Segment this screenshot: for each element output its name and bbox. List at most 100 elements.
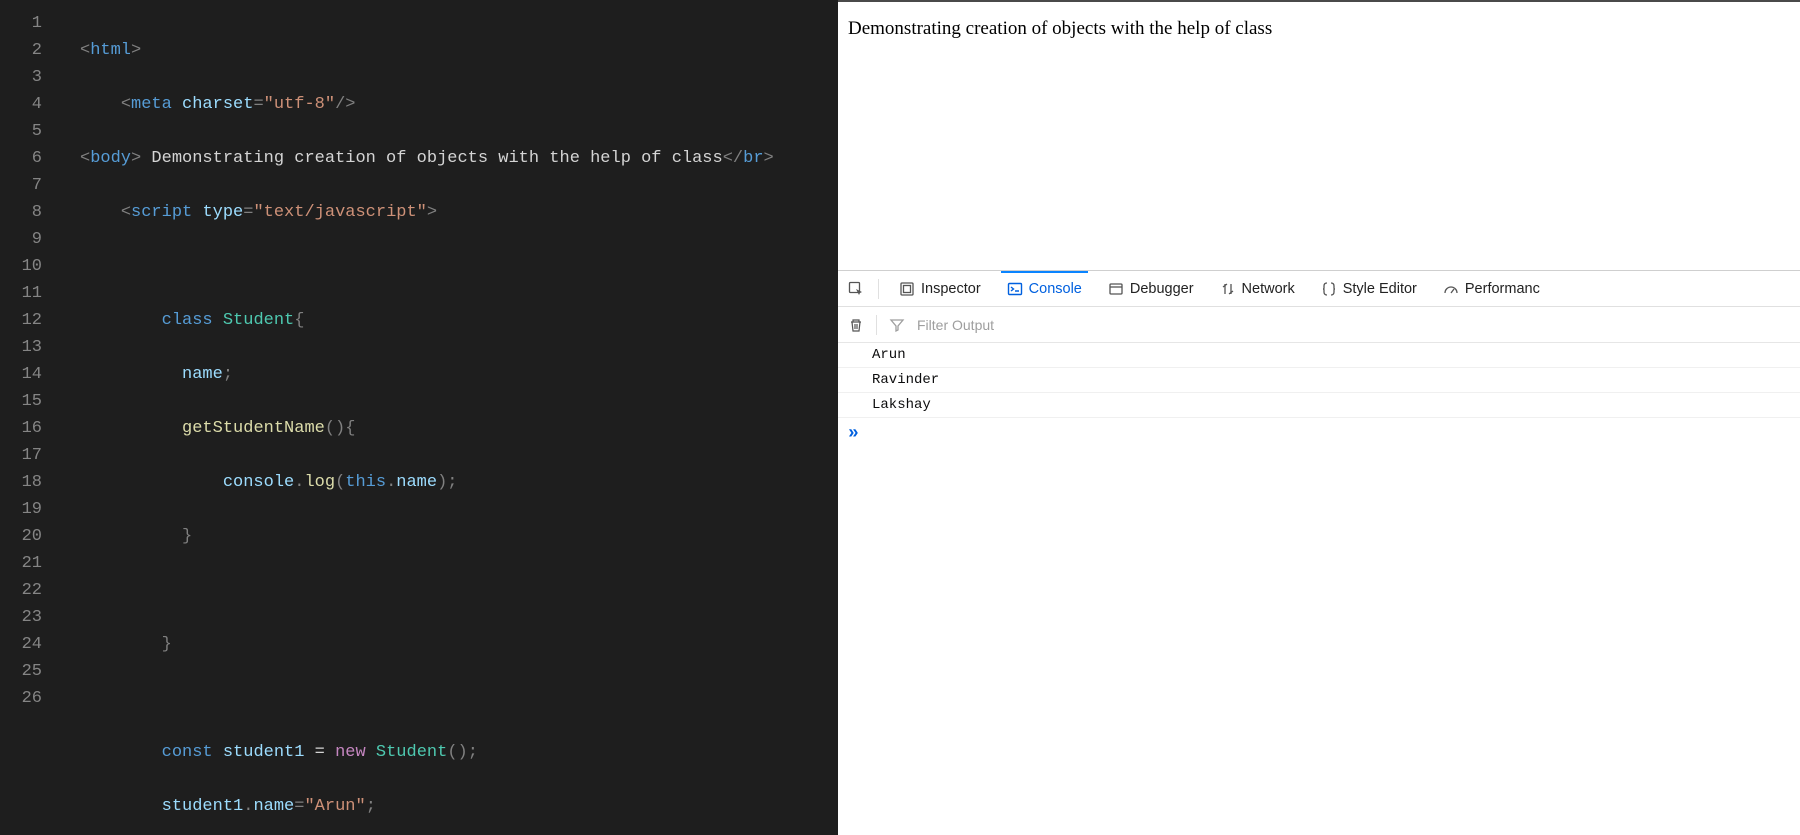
tab-debugger[interactable]: Debugger — [1102, 271, 1200, 306]
tok: meta — [131, 95, 172, 114]
tok: ( — [335, 473, 345, 492]
tok: Demonstrating creation of objects with t… — [141, 149, 723, 168]
line-number: 19 — [0, 496, 42, 523]
tok: this — [345, 473, 386, 492]
tok: ) — [437, 473, 447, 492]
clear-console-icon[interactable] — [848, 317, 864, 333]
console-output: Arun Ravinder Lakshay — [838, 343, 1800, 418]
devtools-panel: Inspector Console Debugger Network Style… — [838, 270, 1800, 835]
line-number: 2 — [0, 37, 42, 64]
tok: "utf-8" — [264, 95, 335, 114]
tok: < — [80, 41, 90, 60]
line-number: 8 — [0, 199, 42, 226]
tok: "text/javascript" — [253, 203, 426, 222]
line-number: 18 — [0, 469, 42, 496]
tok: script — [131, 203, 192, 222]
tab-console[interactable]: Console — [1001, 271, 1088, 306]
line-number: 4 — [0, 91, 42, 118]
element-picker-icon[interactable] — [848, 281, 864, 297]
browser-pane: Demonstrating creation of objects with t… — [838, 0, 1800, 835]
tab-label: Debugger — [1130, 281, 1194, 297]
console-prompt[interactable]: » — [838, 418, 1800, 450]
tab-network[interactable]: Network — [1214, 271, 1301, 306]
line-number: 6 — [0, 145, 42, 172]
tok: . — [294, 473, 304, 492]
tok: Student — [376, 743, 447, 762]
code-area[interactable]: <html> <meta charset="utf-8"/> <body> De… — [60, 0, 838, 835]
line-number: 1 — [0, 10, 42, 37]
devtools-tabs: Inspector Console Debugger Network Style… — [838, 271, 1800, 307]
line-number: 15 — [0, 388, 42, 415]
inspector-icon — [899, 281, 915, 297]
filter-icon — [889, 317, 905, 333]
app-root: 1 2 3 4 5 6 7 8 9 10 11 12 13 14 15 16 1… — [0, 0, 1800, 835]
tok: const — [162, 743, 213, 762]
tok: < — [121, 95, 131, 114]
line-number: 23 — [0, 604, 42, 631]
line-number: 13 — [0, 334, 42, 361]
code-editor[interactable]: 1 2 3 4 5 6 7 8 9 10 11 12 13 14 15 16 1… — [0, 0, 838, 835]
tok: () — [447, 743, 467, 762]
line-number: 26 — [0, 685, 42, 712]
tok: . — [386, 473, 396, 492]
tab-inspector[interactable]: Inspector — [893, 271, 987, 306]
tab-style-editor[interactable]: Style Editor — [1315, 271, 1423, 306]
tok: /> — [335, 95, 355, 114]
tok: </ — [723, 149, 743, 168]
line-number: 14 — [0, 361, 42, 388]
line-number: 25 — [0, 658, 42, 685]
tab-label: Network — [1242, 281, 1295, 297]
line-number: 10 — [0, 253, 42, 280]
line-number: 12 — [0, 307, 42, 334]
separator — [876, 315, 877, 335]
tok: > — [427, 203, 437, 222]
tok: name — [253, 797, 294, 816]
line-number: 20 — [0, 523, 42, 550]
tok: { — [294, 311, 304, 330]
network-icon — [1220, 281, 1236, 297]
tok: = — [243, 203, 253, 222]
tok: ; — [223, 365, 233, 384]
line-number: 3 — [0, 64, 42, 91]
tok: class — [162, 311, 213, 330]
tok: body — [90, 149, 131, 168]
tok: console — [223, 473, 294, 492]
tok: name — [396, 473, 437, 492]
tok: type — [202, 203, 243, 222]
tok: html — [90, 41, 131, 60]
tok: > — [131, 149, 141, 168]
line-number: 16 — [0, 415, 42, 442]
line-number: 22 — [0, 577, 42, 604]
tok: charset — [182, 95, 253, 114]
tok: student1 — [223, 743, 305, 762]
tok: student1 — [162, 797, 244, 816]
page-text: Demonstrating creation of objects with t… — [848, 18, 1272, 39]
tok: = — [304, 743, 335, 762]
tok: ; — [447, 473, 457, 492]
style-editor-icon — [1321, 281, 1337, 297]
tab-performance[interactable]: Performanc — [1437, 271, 1546, 306]
tok: () — [325, 419, 345, 438]
tok: > — [131, 41, 141, 60]
console-icon — [1007, 281, 1023, 297]
tok: { — [345, 419, 355, 438]
console-toolbar — [838, 307, 1800, 343]
rendered-page: Demonstrating creation of objects with t… — [838, 2, 1800, 270]
tok: < — [80, 149, 90, 168]
performance-icon — [1443, 281, 1459, 297]
tok: = — [294, 797, 304, 816]
line-number: 24 — [0, 631, 42, 658]
console-row: Ravinder — [838, 368, 1800, 393]
tok: ; — [366, 797, 376, 816]
tok: > — [764, 149, 774, 168]
separator — [878, 279, 879, 299]
tab-label: Console — [1029, 281, 1082, 297]
tok: "Arun" — [304, 797, 365, 816]
tok: log — [304, 473, 335, 492]
line-number: 21 — [0, 550, 42, 577]
tab-label: Inspector — [921, 281, 981, 297]
filter-input[interactable] — [917, 317, 1790, 333]
line-number: 5 — [0, 118, 42, 145]
tok: < — [121, 203, 131, 222]
tok: } — [162, 635, 172, 654]
